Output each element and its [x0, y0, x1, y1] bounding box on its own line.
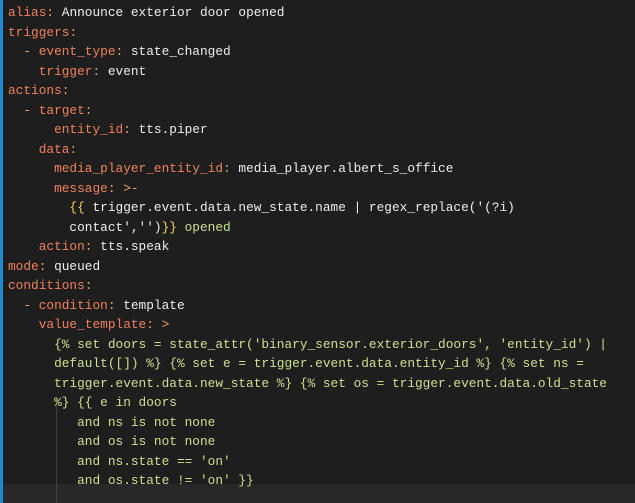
code-line[interactable]: - event_type: state_changed [8, 42, 607, 62]
token-punct: : [84, 278, 93, 293]
code-line[interactable]: entity_id: tts.piper [8, 120, 607, 140]
code-line[interactable]: alias: Announce exterior door opened [8, 3, 607, 23]
token-punct: : [92, 63, 108, 79]
code-line[interactable]: message: >- [8, 179, 607, 199]
token-punct: : [69, 141, 78, 157]
yaml-code[interactable]: alias: Announce exterior door opened trig… [8, 3, 607, 491]
token-key: conditions [8, 278, 85, 293]
token-key: triggers [8, 24, 70, 40]
token-value: contact','') [8, 219, 162, 235]
token-punct: : [123, 122, 139, 137]
code-line[interactable]: mode: queued [8, 257, 607, 277]
code-line[interactable]: {{ trigger.event.data.new_state.name | r… [8, 198, 607, 218]
token-tmpl: and ns is not none [8, 414, 216, 430]
token-punct: : [115, 44, 131, 59]
token-tmpl: opened [176, 219, 231, 235]
token-value: Announce exterior door opened [61, 5, 285, 20]
token-punct: - [8, 102, 39, 118]
token-punct: : [84, 239, 101, 254]
code-line[interactable]: conditions: [8, 276, 607, 296]
token-key: mode [8, 258, 39, 274]
token-tmpl: %} {{ e in doors [8, 395, 177, 410]
code-line[interactable]: contact','')}} opened [8, 218, 607, 238]
token-tmpl: trigger.event.data.new_state %} {% set o… [8, 375, 607, 391]
token-key: data [8, 141, 70, 157]
code-line[interactable]: and ns.state == 'on' [8, 452, 607, 472]
token-tmpl: {% set doors = state_attr('binary_sensor… [8, 336, 607, 352]
token-value: state_changed [130, 44, 231, 59]
token-key: value_template [8, 317, 147, 332]
code-line[interactable]: actions: [8, 81, 607, 101]
code-line[interactable]: trigger.event.data.new_state %} {% set o… [8, 374, 607, 394]
token-punct: : >- [107, 180, 139, 196]
code-line[interactable]: and os is not none [8, 432, 607, 452]
code-line[interactable]: media_player_entity_id: media_player.alb… [8, 159, 607, 179]
code-editor[interactable]: alias: Announce exterior door opened trig… [0, 0, 635, 503]
token-brace: }} [161, 219, 177, 235]
token-value: trigger.event.data.new_state.name | rege… [84, 200, 515, 215]
token-key: event_type [38, 44, 116, 59]
token-punct: : [69, 24, 78, 40]
token-punct: : > [146, 317, 170, 332]
code-line[interactable]: trigger: event [8, 62, 607, 82]
token-value: tts.speak [100, 239, 170, 254]
token-punct: : [61, 83, 70, 98]
code-line[interactable]: default([]) %} {% set e = trigger.event.… [8, 354, 607, 374]
code-line[interactable]: - condition: template [8, 296, 607, 316]
token-value: template [123, 297, 185, 313]
token-tmpl: and os.state != 'on' }} [8, 473, 254, 488]
token-punct: : [107, 297, 124, 313]
token-tmpl: and ns.state == 'on' [8, 453, 231, 469]
code-line[interactable]: - target: [8, 101, 607, 121]
token-key: target [38, 102, 85, 118]
token-key: trigger [8, 63, 93, 79]
code-line[interactable]: and os.state != 'on' }} [8, 471, 607, 491]
token-key: condition [38, 297, 108, 313]
token-punct: : [38, 258, 55, 274]
code-line[interactable]: %} {{ e in doors [8, 393, 607, 413]
token-value: event [107, 63, 147, 79]
token-punct: : [84, 102, 93, 118]
code-line[interactable]: and ns is not none [8, 413, 607, 433]
code-line[interactable]: action: tts.speak [8, 237, 607, 257]
token-punct: - [8, 297, 39, 313]
token-brace: {{ [8, 200, 85, 215]
token-key: actions [8, 83, 62, 98]
code-line[interactable]: triggers: [8, 23, 607, 43]
token-tmpl: default([]) %} {% set e = trigger.event.… [8, 356, 584, 371]
token-key: media_player_entity_id [8, 161, 224, 176]
code-line[interactable]: {% set doors = state_attr('binary_sensor… [8, 335, 607, 355]
token-value: tts.piper [138, 122, 208, 137]
token-key: action [8, 239, 85, 254]
token-key: alias [8, 5, 47, 20]
token-key: entity_id [8, 122, 124, 137]
token-punct: : [46, 5, 62, 20]
token-tmpl: and os is not none [8, 434, 216, 449]
token-value: queued [54, 258, 101, 274]
code-line[interactable]: value_template: > [8, 315, 607, 335]
token-value: media_player.albert_s_office [238, 161, 454, 176]
code-line[interactable]: data: [8, 140, 607, 160]
token-punct: - [8, 44, 39, 59]
token-key: message [8, 180, 108, 196]
token-punct: : [223, 161, 239, 176]
